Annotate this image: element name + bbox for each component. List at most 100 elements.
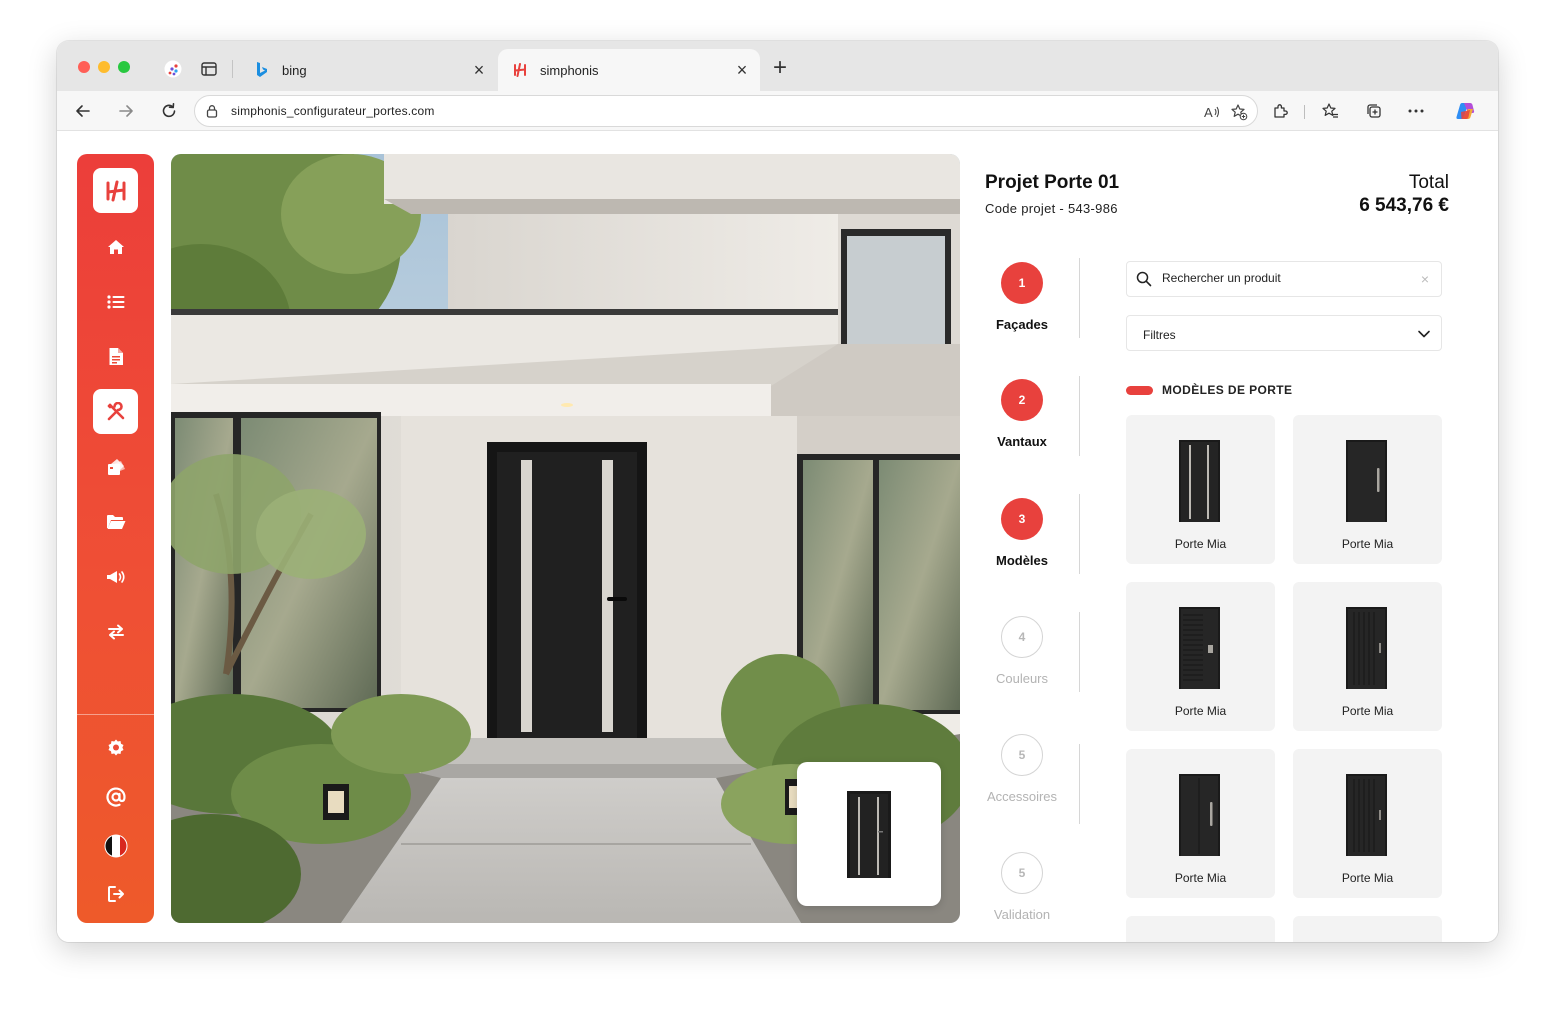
project-code: Code projet - 543-986 <box>985 201 1118 216</box>
models-section-header: MODÈLES DE PORTE <box>1126 382 1292 398</box>
at-icon[interactable] <box>93 774 138 819</box>
tab-divider <box>232 60 233 78</box>
close-tab-icon[interactable]: × <box>469 60 489 80</box>
search-input[interactable] <box>1162 271 1402 285</box>
simphonis-logo-icon[interactable] <box>93 168 138 213</box>
door-preview-image <box>171 154 960 923</box>
maximize-window-button[interactable] <box>118 61 130 73</box>
door-model-card[interactable]: Porte Mia <box>1126 582 1275 731</box>
reload-icon[interactable] <box>156 98 182 124</box>
workspaces-icon[interactable] <box>162 58 184 80</box>
copilot-icon[interactable] <box>1454 100 1476 122</box>
door-model-card[interactable]: Porte Mia <box>1126 749 1275 898</box>
step-divider <box>1079 376 1080 456</box>
tab-bing[interactable]: bing × <box>240 49 497 91</box>
door-model-card[interactable]: Porte Mia <box>1293 415 1442 564</box>
filters-label: Filtres <box>1143 328 1176 342</box>
step-divider <box>1079 744 1080 824</box>
project-title: Projet Porte 01 <box>985 172 1120 193</box>
close-window-button[interactable] <box>78 61 90 73</box>
favorites-icon[interactable] <box>1319 100 1341 122</box>
list-icon[interactable] <box>93 279 138 324</box>
close-tab-icon[interactable]: × <box>732 60 752 80</box>
filters-dropdown[interactable]: Filtres <box>1126 315 1442 351</box>
chevron-down-icon <box>1417 327 1431 346</box>
more-options-icon[interactable] <box>1405 100 1427 122</box>
swatch-icon[interactable] <box>93 444 138 489</box>
door-horizontal-slats-icon <box>1179 607 1220 689</box>
address-bar[interactable]: simphonis_configurateur_portes.com A <box>194 95 1258 127</box>
search-icon <box>1136 271 1152 292</box>
url-text[interactable]: simphonis_configurateur_portes.com <box>231 104 435 118</box>
tab-strip: bing × simphonis × + <box>57 41 1498 91</box>
tab-title: bing <box>282 62 307 78</box>
minimize-window-button[interactable] <box>98 61 110 73</box>
french-flag-icon[interactable] <box>93 823 138 868</box>
door-model-card[interactable] <box>1293 916 1442 942</box>
step-validation[interactable]: 5 Validation <box>977 852 1067 922</box>
clear-search-icon[interactable]: × <box>1421 271 1429 287</box>
door-model-card[interactable]: Porte Mia <box>1293 582 1442 731</box>
door-vertical-grooves-icon <box>1346 774 1387 856</box>
new-tab-button[interactable]: + <box>769 56 791 80</box>
step-vantaux[interactable]: 2 Vantaux <box>977 379 1067 449</box>
megaphone-icon[interactable] <box>93 554 138 599</box>
door-model-name: Porte Mia <box>1341 704 1394 718</box>
door-model-name: Porte Mia <box>1174 704 1227 718</box>
simphonis-favicon <box>510 60 530 80</box>
home-icon[interactable] <box>93 224 138 269</box>
door-model-name: Porte Mia <box>1341 537 1394 551</box>
app-sidebar <box>77 154 154 923</box>
tools-icon[interactable] <box>93 389 138 434</box>
door-model-name: Porte Mia <box>1174 537 1227 551</box>
add-favorite-icon[interactable] <box>1229 102 1249 122</box>
forward-icon[interactable] <box>113 98 139 124</box>
step-label: Modèles <box>995 553 1048 568</box>
app-content: Projet Porte 01 Code projet - 543-986 To… <box>57 132 1498 942</box>
toolbar-divider <box>1304 105 1305 119</box>
swap-icon[interactable] <box>93 609 138 654</box>
step-couleurs[interactable]: 4 Couleurs <box>977 616 1067 686</box>
door-model-card[interactable]: Porte Mia <box>1293 749 1442 898</box>
door-right-handle-icon <box>1346 440 1387 522</box>
product-search[interactable]: × <box>1126 261 1442 297</box>
door-model-name: Porte Mia <box>1174 871 1227 885</box>
door-model-card[interactable] <box>1126 916 1275 942</box>
read-aloud-icon[interactable]: A <box>1202 102 1222 122</box>
tab-simphonis[interactable]: simphonis × <box>498 49 760 91</box>
back-icon[interactable] <box>70 98 96 124</box>
extensions-icon[interactable] <box>1269 100 1291 122</box>
svg-text:A: A <box>1204 105 1213 120</box>
models-section-title: MODÈLES DE PORTE <box>1162 383 1293 397</box>
step-number: 5 <box>1001 734 1043 776</box>
step-accessoires[interactable]: 5 Accessoires <box>977 734 1067 804</box>
step-label: Couleurs <box>995 671 1049 686</box>
step-label: Validation <box>993 907 1051 922</box>
step-divider <box>1079 612 1080 692</box>
door-model-card[interactable]: Porte Mia <box>1126 415 1275 564</box>
door-double-strip-icon <box>1179 440 1220 522</box>
door-models-grid: Porte Mia Porte Mia Porte Mia Porte Mia … <box>1126 415 1442 942</box>
tab-title: simphonis <box>540 62 599 78</box>
browser-window: bing × simphonis × + simphonis_configura… <box>57 41 1498 942</box>
settings-icon[interactable] <box>93 725 138 770</box>
step-number: 5 <box>1001 852 1043 894</box>
door-model-name: Porte Mia <box>1341 871 1394 885</box>
step-number: 4 <box>1001 616 1043 658</box>
lock-icon[interactable] <box>205 104 219 123</box>
total-value: 6 543,76 € <box>1359 195 1449 216</box>
folder-icon[interactable] <box>93 499 138 544</box>
step-number: 3 <box>1001 498 1043 540</box>
door-right-handle-icon <box>1179 774 1220 856</box>
selected-door-thumbnail[interactable] <box>797 762 941 906</box>
tab-actions-icon[interactable] <box>198 58 220 80</box>
logout-icon[interactable] <box>93 871 138 916</box>
door-thumbnail-icon <box>847 790 891 878</box>
step-number: 1 <box>1001 262 1043 304</box>
document-icon[interactable] <box>93 334 138 379</box>
step-modeles[interactable]: 3 Modèles <box>977 498 1067 568</box>
browser-toolbar: simphonis_configurateur_portes.com A <box>57 91 1498 131</box>
section-accent <box>1126 385 1153 395</box>
step-facades[interactable]: 1 Façades <box>977 262 1067 332</box>
collections-icon[interactable] <box>1363 100 1385 122</box>
